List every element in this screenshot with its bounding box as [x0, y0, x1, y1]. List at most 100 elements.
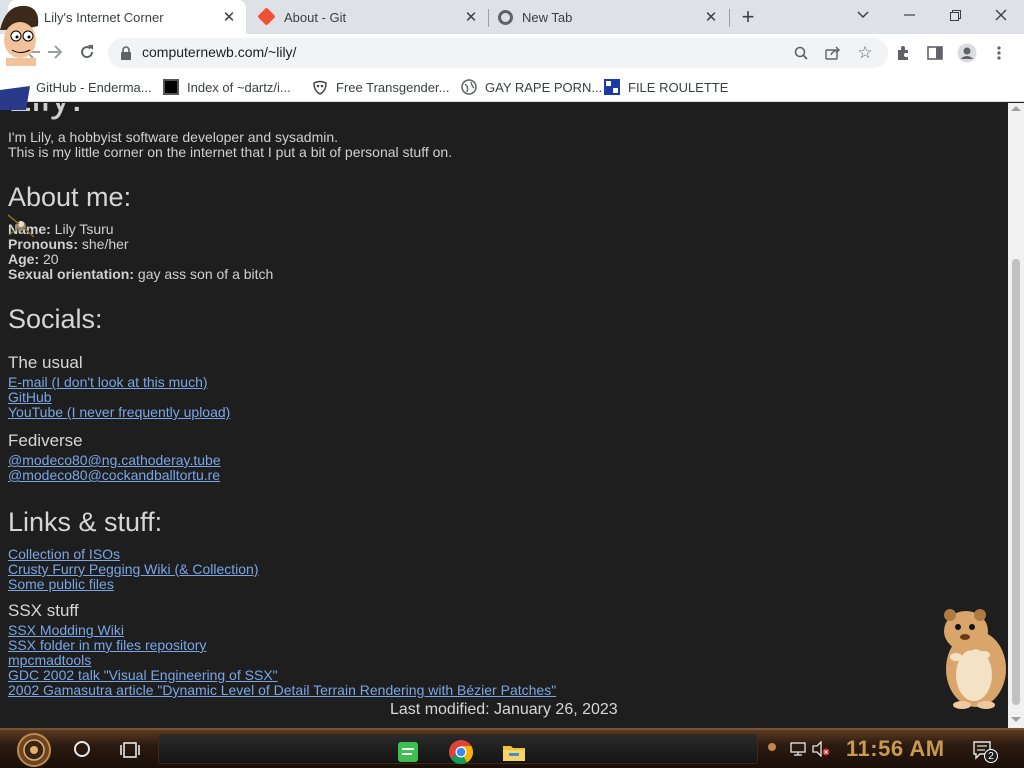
iso-collection-link[interactable]: Collection of ISOs	[8, 547, 120, 562]
tab-title: Lily's Internet Corner	[44, 9, 164, 25]
minimize-button[interactable]	[886, 0, 932, 30]
fediverse-link[interactable]: @modeco80@cockandballtortu.re	[8, 468, 220, 483]
tab-new-tab[interactable]: New Tab ✕	[490, 0, 728, 34]
spider-decoration	[7, 214, 35, 238]
restore-icon	[949, 9, 961, 21]
bookmark-file-roulette[interactable]: FILE ROULETTE	[604, 77, 728, 97]
github-link[interactable]: GitHub	[8, 390, 52, 405]
bookmark-label: GitHub - Enderma...	[36, 79, 152, 95]
bookmark-label: Index of ~dartz/i...	[187, 79, 291, 95]
field-value: 20	[39, 251, 59, 267]
usual-subheading: The usual	[8, 353, 83, 372]
field-value: gay ass son of a bitch	[134, 266, 274, 282]
taskbar: 11:56 AM 2	[0, 728, 1024, 768]
bookmark-gay-rape-porn[interactable]: GAY RAPE PORN...	[461, 77, 602, 97]
share-icon[interactable]	[822, 42, 844, 64]
youtube-link[interactable]: YouTube (I never frequently upload)	[8, 405, 230, 420]
start-button[interactable]	[12, 732, 56, 768]
taskbar-apps-area	[158, 734, 758, 765]
field-value: she/her	[78, 236, 129, 252]
arrow-right-icon	[48, 45, 63, 59]
ssx-link[interactable]: SSX Modding Wiki	[8, 623, 124, 638]
kebab-menu-icon[interactable]	[988, 42, 1010, 64]
field-label: Age:	[8, 251, 40, 267]
tab-strip: Lily's Internet Corner ✕ About - Git ✕ N…	[0, 0, 1024, 34]
search-icon[interactable]	[74, 741, 90, 757]
volume-muted-icon[interactable]	[812, 741, 830, 757]
url-text[interactable]: computernewb.com/~lily/	[142, 44, 296, 60]
file-explorer-app-icon[interactable]	[501, 739, 527, 765]
sticky-notes-app-icon[interactable]	[395, 739, 421, 765]
page-scrollbar[interactable]	[1008, 103, 1024, 728]
reload-icon	[81, 45, 94, 59]
about-field-age: Age: 20	[8, 252, 59, 267]
email-link[interactable]: E-mail (I don't look at this much)	[8, 375, 208, 390]
intro-line: This is my little corner on the internet…	[8, 144, 453, 160]
scroll-thumb[interactable]	[1012, 259, 1020, 705]
reload-button[interactable]	[72, 37, 102, 67]
tab-title: About - Git	[284, 9, 347, 25]
tab-title: New Tab	[522, 9, 573, 25]
public-files-link[interactable]: Some public files	[8, 577, 114, 592]
about-field-pronouns: Pronouns: she/her	[8, 237, 129, 252]
chrome-app-icon[interactable]	[448, 739, 474, 765]
last-modified-text: Last modified: January 26, 2023	[390, 701, 618, 718]
scroll-down-arrow[interactable]	[1011, 717, 1021, 722]
tab-search-button[interactable]	[840, 0, 886, 30]
tab-divider	[488, 9, 489, 27]
about-heading: About me:	[8, 182, 132, 212]
close-window-button[interactable]	[978, 0, 1024, 30]
field-label: Sexual orientation:	[8, 266, 135, 282]
chevron-down-icon	[857, 11, 869, 19]
minimize-icon	[903, 14, 915, 16]
search-icon[interactable]	[790, 42, 812, 64]
ssx-link[interactable]: 2002 Gamasutra article "Dynamic Level of…	[8, 683, 556, 698]
mask-favicon	[313, 80, 327, 95]
socials-heading: Socials:	[8, 304, 103, 334]
network-icon[interactable]	[790, 742, 806, 756]
about-field-orientation: Sexual orientation: gay ass son of a bit…	[8, 267, 273, 282]
close-icon[interactable]: ✕	[702, 8, 720, 26]
bookmark-label: Free Transgender...	[336, 79, 450, 95]
globe-favicon	[461, 79, 477, 95]
close-icon[interactable]: ✕	[220, 8, 238, 26]
forward-button[interactable]	[40, 37, 70, 67]
tab-divider	[729, 9, 730, 27]
taskbar-clock[interactable]: 11:56 AM	[846, 736, 945, 762]
field-value: Lily Tsuru	[50, 221, 114, 237]
chrome-icon	[498, 10, 513, 25]
tray-overflow-icon[interactable]	[768, 743, 776, 751]
close-icon	[995, 9, 1007, 21]
bookmark-index-dartz[interactable]: Index of ~dartz/i...	[163, 77, 291, 97]
bookmark-label: FILE ROULETTE	[628, 79, 729, 95]
browser-toolbar: computernewb.com/~lily/ ☆	[0, 34, 1024, 72]
star-icon[interactable]: ☆	[854, 42, 876, 64]
fediverse-link[interactable]: @modeco80@ng.cathoderay.tube	[8, 453, 221, 468]
bookmarks-bar: H GitHub - Enderma... Index of ~dartz/i.…	[0, 72, 1024, 102]
profile-icon[interactable]	[956, 42, 978, 64]
file-roulette-favicon	[604, 79, 620, 95]
wiki-link[interactable]: Crusty Furry Pegging Wiki (& Collection)	[8, 562, 259, 577]
extensions-icon[interactable]	[892, 42, 914, 64]
new-tab-button[interactable]: +	[736, 4, 760, 30]
address-bar[interactable]: computernewb.com/~lily/ ☆	[108, 38, 888, 68]
scroll-up-arrow[interactable]	[1011, 106, 1021, 111]
cartoon-character-avatar	[0, 5, 40, 110]
bookmark-free-transgender[interactable]: Free Transgender...	[312, 77, 449, 97]
ssx-link[interactable]: GDC 2002 talk "Visual Engineering of SSX…	[8, 668, 278, 683]
git-icon	[257, 7, 276, 26]
close-icon[interactable]: ✕	[462, 8, 480, 26]
page-viewport: Lily! I'm Lily, a hobbyist software deve…	[0, 103, 1024, 728]
task-view-icon[interactable]	[120, 740, 140, 760]
restore-button[interactable]	[932, 0, 978, 30]
ssx-link[interactable]: SSX folder in my files repository	[8, 638, 206, 653]
bookmark-label: GAY RAPE PORN...	[485, 79, 603, 95]
notification-count-badge: 2	[984, 749, 998, 763]
links-heading: Links & stuff:	[8, 507, 163, 537]
side-panel-icon[interactable]	[924, 42, 946, 64]
ssx-link[interactable]: mpcmadtools	[8, 653, 91, 668]
tab-about-git[interactable]: About - Git ✕	[250, 0, 488, 34]
ssx-subheading: SSX stuff	[8, 601, 79, 620]
index-favicon	[163, 79, 179, 95]
lock-icon[interactable]	[120, 46, 132, 60]
